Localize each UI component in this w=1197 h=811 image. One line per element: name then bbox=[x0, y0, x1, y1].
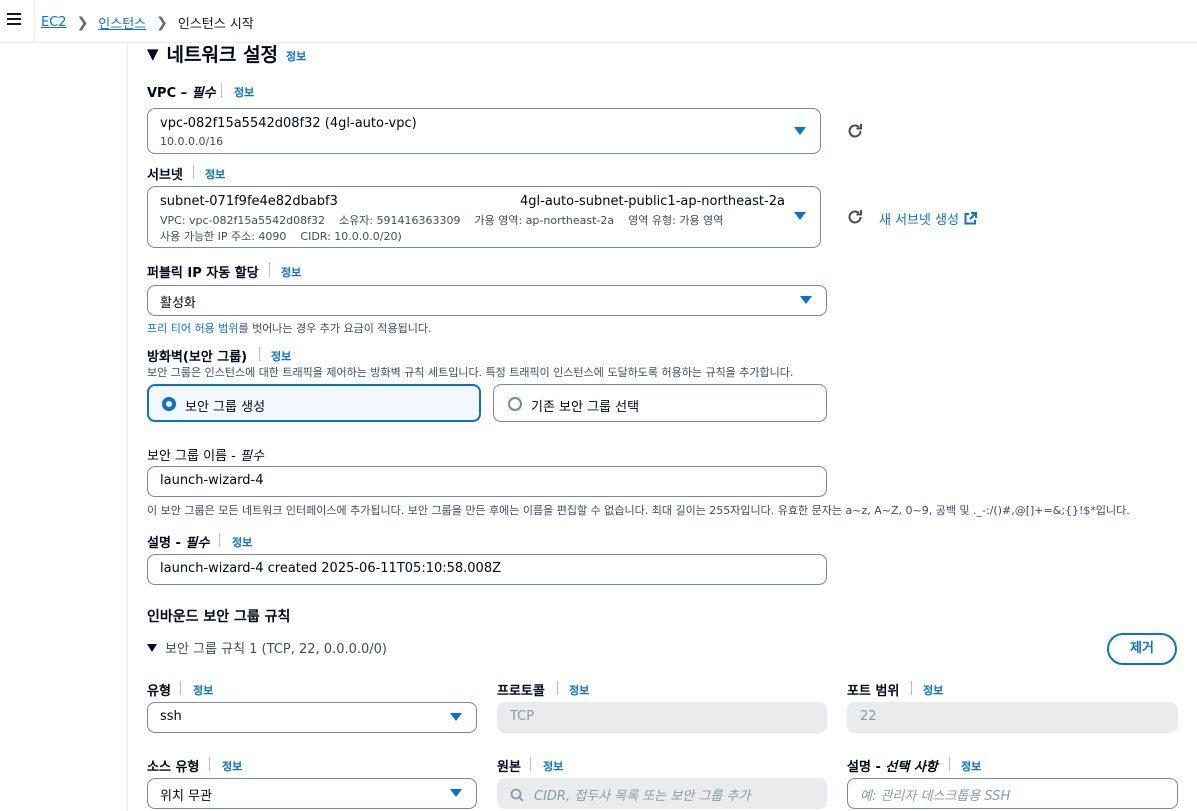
public-ip-label: 퍼블릭 IP 자동 할당 bbox=[147, 266, 259, 281]
source-type-info-link[interactable]: 정보 bbox=[222, 758, 242, 774]
sg-name-label: 보안 그룹 이름 - 필수 bbox=[147, 449, 264, 464]
source-info-link[interactable]: 정보 bbox=[543, 758, 563, 774]
protocol-label: 프로토콜 bbox=[497, 684, 545, 699]
breadcrumb-instances[interactable]: 인스턴스 bbox=[98, 13, 146, 32]
divider bbox=[34, 0, 35, 43]
info-link[interactable]: 정보 bbox=[286, 48, 306, 64]
sg-name-input[interactable]: launch-wizard-4 bbox=[147, 466, 827, 497]
rule-description-label: 설명 - 선택 사항 bbox=[847, 760, 938, 775]
external-link-icon bbox=[964, 212, 978, 225]
public-ip-info-link[interactable]: 정보 bbox=[281, 264, 301, 280]
vpc-label: VPC – 필수 bbox=[147, 86, 216, 101]
firewall-description: 보안 그룹은 인스턴스에 대한 트래픽을 제어하는 방화벽 규칙 세트입니다. … bbox=[147, 366, 794, 379]
subnet-detail: VPC: vpc-082f15a5542d08f32 소유자: 59141636… bbox=[160, 214, 724, 227]
description-info-link[interactable]: 정보 bbox=[232, 534, 252, 550]
caret-down-icon bbox=[450, 789, 462, 797]
type-info-link[interactable]: 정보 bbox=[193, 682, 213, 698]
select-existing-security-group-option[interactable]: 기존 보안 그룹 선택 bbox=[493, 384, 827, 422]
port-range-info-link[interactable]: 정보 bbox=[923, 682, 943, 698]
menu-icon[interactable] bbox=[7, 13, 21, 25]
breadcrumb-current: 인스턴스 시작 bbox=[177, 17, 254, 32]
chevron-right-icon: ❯ bbox=[156, 14, 168, 31]
type-select[interactable]: ssh bbox=[147, 702, 477, 733]
rule-description-info-link[interactable]: 정보 bbox=[961, 758, 981, 774]
firewall-info-link[interactable]: 정보 bbox=[271, 348, 291, 364]
refresh-icon[interactable] bbox=[846, 122, 864, 140]
vpc-value: vpc-082f15a5542d08f32 (4gl-auto-vpc) bbox=[160, 116, 417, 131]
caret-down-icon: ▼ bbox=[147, 44, 159, 63]
radio-unselected[interactable] bbox=[508, 397, 522, 411]
subnet-select[interactable]: subnet-071f9fe4e82dbabf3 4gl-auto-subnet… bbox=[147, 186, 821, 248]
caret-down-icon bbox=[800, 296, 812, 304]
source-label: 원본 bbox=[497, 760, 521, 775]
caret-down-icon bbox=[147, 643, 157, 652]
rule-1-header[interactable]: 보안 그룹 규칙 1 (TCP, 22, 0.0.0.0/0) bbox=[147, 638, 387, 657]
source-type-select[interactable]: 위치 무관 bbox=[147, 778, 477, 809]
radio-selected[interactable] bbox=[162, 397, 176, 411]
caret-down-icon bbox=[794, 212, 806, 220]
rule-1-title: 보안 그룹 규칙 1 (TCP, 22, 0.0.0.0/0) bbox=[165, 642, 388, 657]
sg-name-hint: 이 보안 그룹은 모든 네트워크 인터페이스에 추가됩니다. 보안 그룹을 만든… bbox=[147, 504, 1130, 517]
public-ip-hint: 프리 티어 허용 범위를 벗어나는 경우 추가 요금이 적용됩니다. bbox=[147, 322, 432, 335]
create-subnet-link[interactable]: 새 서브넷 생성 bbox=[879, 209, 978, 228]
search-icon bbox=[510, 788, 524, 802]
subnet-detail-2: 사용 가능한 IP 주소: 4090 CIDR: 10.0.0.0/20) bbox=[160, 230, 402, 243]
rule-description-input[interactable]: 예: 관리자 데스크톱용 SSH bbox=[847, 778, 1178, 809]
public-ip-value: 활성화 bbox=[160, 296, 196, 311]
caret-down-icon bbox=[450, 713, 462, 721]
caret-down-icon bbox=[794, 127, 806, 135]
vpc-select[interactable]: vpc-082f15a5542d08f32 (4gl-auto-vpc) 10.… bbox=[147, 108, 821, 154]
subnet-name: 4gl-auto-subnet-public1-ap-northeast-2a bbox=[520, 194, 785, 209]
inbound-rules-title: 인바운드 보안 그룹 규칙 bbox=[147, 609, 291, 625]
create-security-group-option[interactable]: 보안 그룹 생성 bbox=[147, 384, 481, 422]
subnet-info-link[interactable]: 정보 bbox=[205, 166, 225, 182]
breadcrumb: EC2 ❯ 인스턴스 ❯ 인스턴스 시작 bbox=[41, 13, 254, 33]
source-type-label: 소스 유형 bbox=[147, 760, 200, 775]
section-header[interactable]: ▼ 네트워크 설정 정보 bbox=[147, 40, 306, 67]
subnet-label: 서브넷 bbox=[147, 168, 183, 183]
refresh-icon[interactable] bbox=[846, 208, 864, 226]
description-label: 설명 - 필수 bbox=[147, 536, 210, 551]
firewall-label: 방화벽(보안 그룹) bbox=[147, 350, 248, 365]
remove-rule-button[interactable]: 제거 bbox=[1107, 633, 1177, 665]
content-left-border bbox=[127, 43, 128, 811]
free-tier-link[interactable]: 프리 티어 허용 범위 bbox=[147, 322, 238, 335]
description-input[interactable]: launch-wizard-4 created 2025-06-11T05:10… bbox=[147, 554, 827, 585]
section-title: 네트워크 설정 bbox=[166, 44, 279, 66]
top-navigation-bar: EC2 ❯ 인스턴스 ❯ 인스턴스 시작 bbox=[0, 0, 1197, 43]
source-input[interactable]: CIDR, 접두사 목록 또는 보안 그룹 추가 bbox=[497, 778, 827, 809]
port-range-label: 포트 범위 bbox=[847, 684, 900, 699]
port-range-field: 22 bbox=[847, 702, 1178, 733]
public-ip-select[interactable]: 활성화 bbox=[147, 285, 827, 316]
subnet-value: subnet-071f9fe4e82dbabf3 bbox=[160, 194, 338, 209]
vpc-info-link[interactable]: 정보 bbox=[234, 84, 254, 100]
type-label: 유형 bbox=[147, 684, 171, 699]
protocol-info-link[interactable]: 정보 bbox=[569, 682, 589, 698]
chevron-right-icon: ❯ bbox=[76, 14, 89, 31]
vpc-cidr: 10.0.0.0/16 bbox=[160, 135, 224, 148]
protocol-field: TCP bbox=[497, 702, 827, 733]
breadcrumb-ec2[interactable]: EC2 bbox=[41, 15, 67, 30]
